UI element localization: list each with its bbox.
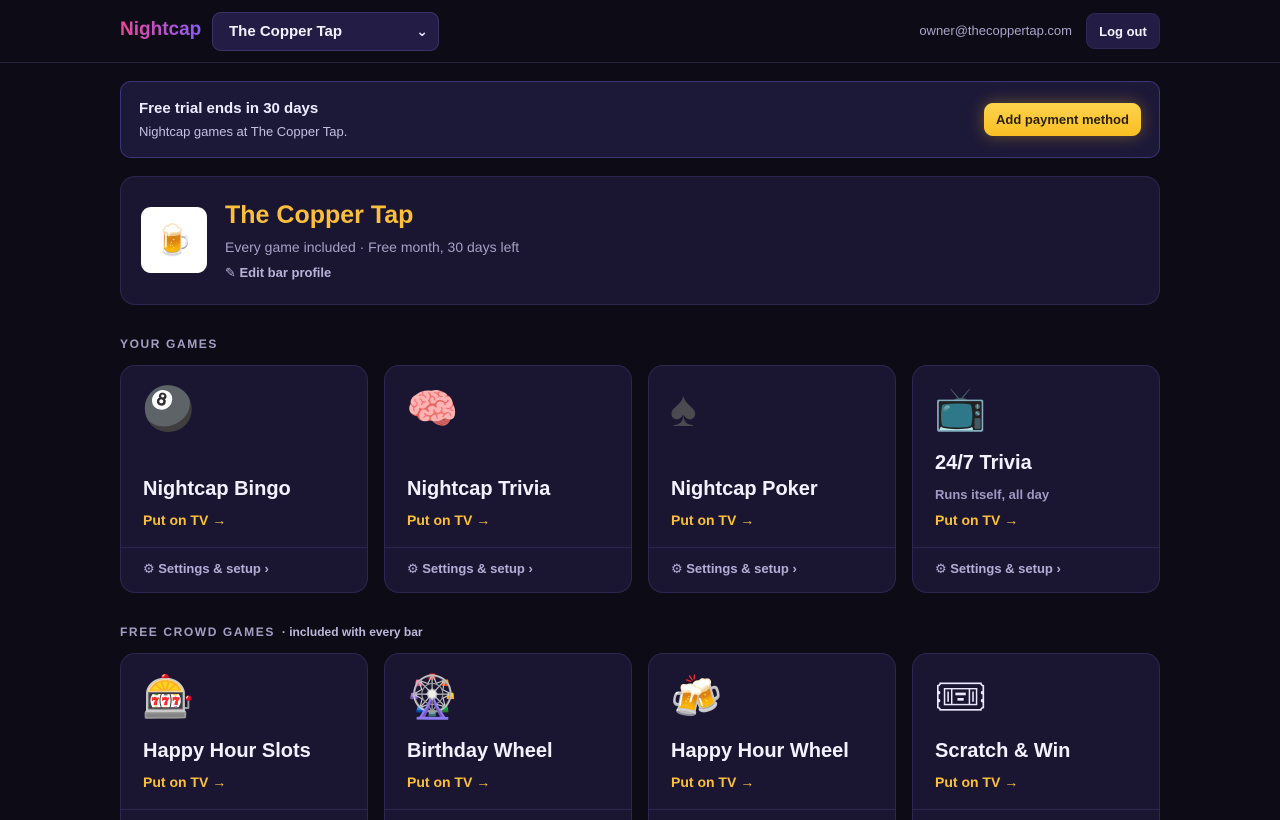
beer-mug-icon: 🍺: [141, 207, 207, 273]
game-title: Nightcap Trivia: [407, 478, 551, 500]
add-payment-method-button[interactable]: Add payment method: [984, 103, 1141, 136]
settings-setup-link[interactable]: ⚙ Settings & setup ›: [143, 561, 269, 577]
trial-subtitle: Nightcap games at The Copper Tap.: [139, 124, 348, 139]
tv-icon: 📺: [934, 385, 987, 432]
brand-logo[interactable]: Nightcap: [120, 19, 201, 41]
user-email: owner@thecoppertap.com: [919, 23, 1072, 38]
crowd-card-scratch-win[interactable]: 🎟 Scratch & Win Put on TV →: [912, 653, 1160, 820]
game-description: Runs itself, all day: [935, 487, 1050, 502]
put-on-tv-link[interactable]: Put on TV →: [407, 774, 490, 790]
card-divider: [913, 547, 1159, 548]
slot-machine-icon: 🎰: [142, 673, 195, 720]
settings-setup-link[interactable]: ⚙ Settings & setup ›: [935, 561, 1061, 577]
card-divider: [913, 809, 1159, 810]
bar-plan-meta: Every game included · Free month, 30 day…: [225, 239, 520, 255]
beers-icon: 🍻: [670, 673, 723, 720]
logout-button[interactable]: Log out: [1086, 13, 1160, 49]
game-title: Nightcap Bingo: [143, 478, 291, 500]
game-card-poker[interactable]: ♠ Nightcap Poker Put on TV → ⚙ Settings …: [648, 365, 896, 593]
put-on-tv-link[interactable]: Put on TV →: [935, 774, 1018, 790]
game-title: Nightcap Poker: [671, 478, 818, 500]
game-title: Birthday Wheel: [407, 740, 553, 762]
pool-ball-icon: 🎱: [142, 385, 195, 432]
card-divider: [385, 547, 631, 548]
chevron-down-icon: ⌄: [416, 23, 428, 39]
crowd-card-happy-hour-slots[interactable]: 🎰 Happy Hour Slots Put on TV →: [120, 653, 368, 820]
ferris-wheel-icon: 🎡: [406, 673, 459, 720]
crowd-card-birthday-wheel[interactable]: 🎡 Birthday Wheel Put on TV →: [384, 653, 632, 820]
crowd-games-note: · included with every bar: [281, 625, 423, 639]
game-card-trivia[interactable]: 🧠 Nightcap Trivia Put on TV → ⚙ Settings…: [384, 365, 632, 593]
put-on-tv-link[interactable]: Put on TV →: [935, 512, 1018, 528]
crowd-games-heading-label: FREE CROWD GAMES: [120, 625, 275, 639]
venue-select[interactable]: The Copper Tap ⌄: [212, 12, 439, 51]
game-title: Scratch & Win: [935, 740, 1071, 762]
put-on-tv-link[interactable]: Put on TV →: [407, 512, 490, 528]
spade-icon: ♠: [670, 381, 697, 437]
crowd-card-happy-hour-wheel[interactable]: 🍻 Happy Hour Wheel Put on TV →: [648, 653, 896, 820]
put-on-tv-link[interactable]: Put on TV →: [143, 512, 226, 528]
game-card-247-trivia[interactable]: 📺 24/7 Trivia Runs itself, all day Put o…: [912, 365, 1160, 593]
crowd-games-heading: FREE CROWD GAMES · included with every b…: [120, 625, 423, 639]
top-bar: Nightcap The Copper Tap ⌄ owner@thecoppe…: [0, 0, 1280, 63]
bar-profile-card: 🍺 The Copper Tap Every game included · F…: [120, 176, 1160, 305]
card-divider: [121, 547, 367, 548]
ticket-icon: 🎟: [934, 673, 988, 720]
put-on-tv-link[interactable]: Put on TV →: [671, 512, 754, 528]
settings-setup-link[interactable]: ⚙ Settings & setup ›: [671, 561, 797, 577]
card-divider: [649, 809, 895, 810]
game-card-bingo[interactable]: 🎱 Nightcap Bingo Put on TV → ⚙ Settings …: [120, 365, 368, 593]
card-divider: [121, 809, 367, 810]
game-title: 24/7 Trivia: [935, 452, 1032, 474]
game-title: Happy Hour Slots: [143, 740, 311, 762]
put-on-tv-link[interactable]: Put on TV →: [143, 774, 226, 790]
trial-title: Free trial ends in 30 days: [139, 100, 319, 117]
bar-name: The Copper Tap: [225, 201, 414, 229]
card-divider: [649, 547, 895, 548]
settings-setup-link[interactable]: ⚙ Settings & setup ›: [407, 561, 533, 577]
put-on-tv-link[interactable]: Put on TV →: [671, 774, 754, 790]
venue-select-value: The Copper Tap: [229, 23, 343, 40]
game-title: Happy Hour Wheel: [671, 740, 849, 762]
your-games-heading: YOUR GAMES: [120, 337, 219, 351]
edit-bar-profile-link[interactable]: ✎ Edit bar profile: [225, 265, 331, 281]
brain-icon: 🧠: [406, 385, 459, 432]
trial-banner: Free trial ends in 30 days Nightcap game…: [120, 81, 1160, 158]
card-divider: [385, 809, 631, 810]
